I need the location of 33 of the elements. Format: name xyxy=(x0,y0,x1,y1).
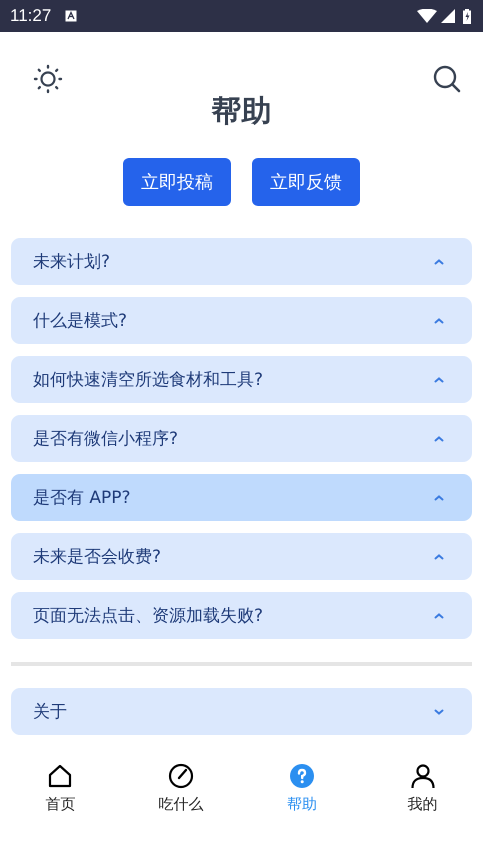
status-time: 11:27 xyxy=(10,6,52,26)
gauge-icon xyxy=(168,763,194,789)
chevron-icon xyxy=(434,494,444,500)
wifi-icon xyxy=(417,9,437,23)
chevron-icon xyxy=(434,708,444,714)
chevron-icon xyxy=(434,436,444,442)
tab[interactable]: 我的 xyxy=(362,763,483,821)
faq-item[interactable]: 什么是模式? xyxy=(11,297,472,344)
submit-button[interactable]: 立即投稿 xyxy=(123,158,231,206)
faq-item[interactable]: 页面无法点击、资源加载失败? xyxy=(11,592,472,639)
chevron-icon xyxy=(434,376,444,382)
tab[interactable]: 首页 xyxy=(0,763,121,821)
faq-item[interactable]: 未来是否会收费? xyxy=(11,533,472,580)
faq-item[interactable]: 关于 xyxy=(11,688,472,735)
tab[interactable]: 吃什么 xyxy=(120,763,242,821)
chevron-icon xyxy=(434,612,444,618)
faq-item[interactable]: 未来计划? xyxy=(11,238,472,285)
chevron-icon xyxy=(434,318,444,324)
chevron-icon xyxy=(434,554,444,560)
sun-icon[interactable] xyxy=(33,64,63,94)
chevron-icon xyxy=(434,258,444,264)
notification-icon xyxy=(65,10,78,22)
user-icon xyxy=(410,763,436,789)
signal-icon xyxy=(441,9,455,23)
faq-item[interactable]: 如何快速清空所选食材和工具? xyxy=(11,356,472,403)
faq-item[interactable]: 是否有 APP? xyxy=(11,474,472,521)
feedback-button[interactable]: 立即反馈 xyxy=(252,158,360,206)
battery-icon xyxy=(463,8,471,24)
search-icon[interactable] xyxy=(432,64,462,94)
page-title: 帮助 xyxy=(210,93,272,131)
home-icon xyxy=(47,763,74,789)
faq-item[interactable]: 是否有微信小程序? xyxy=(11,415,472,462)
help-icon xyxy=(288,763,315,789)
